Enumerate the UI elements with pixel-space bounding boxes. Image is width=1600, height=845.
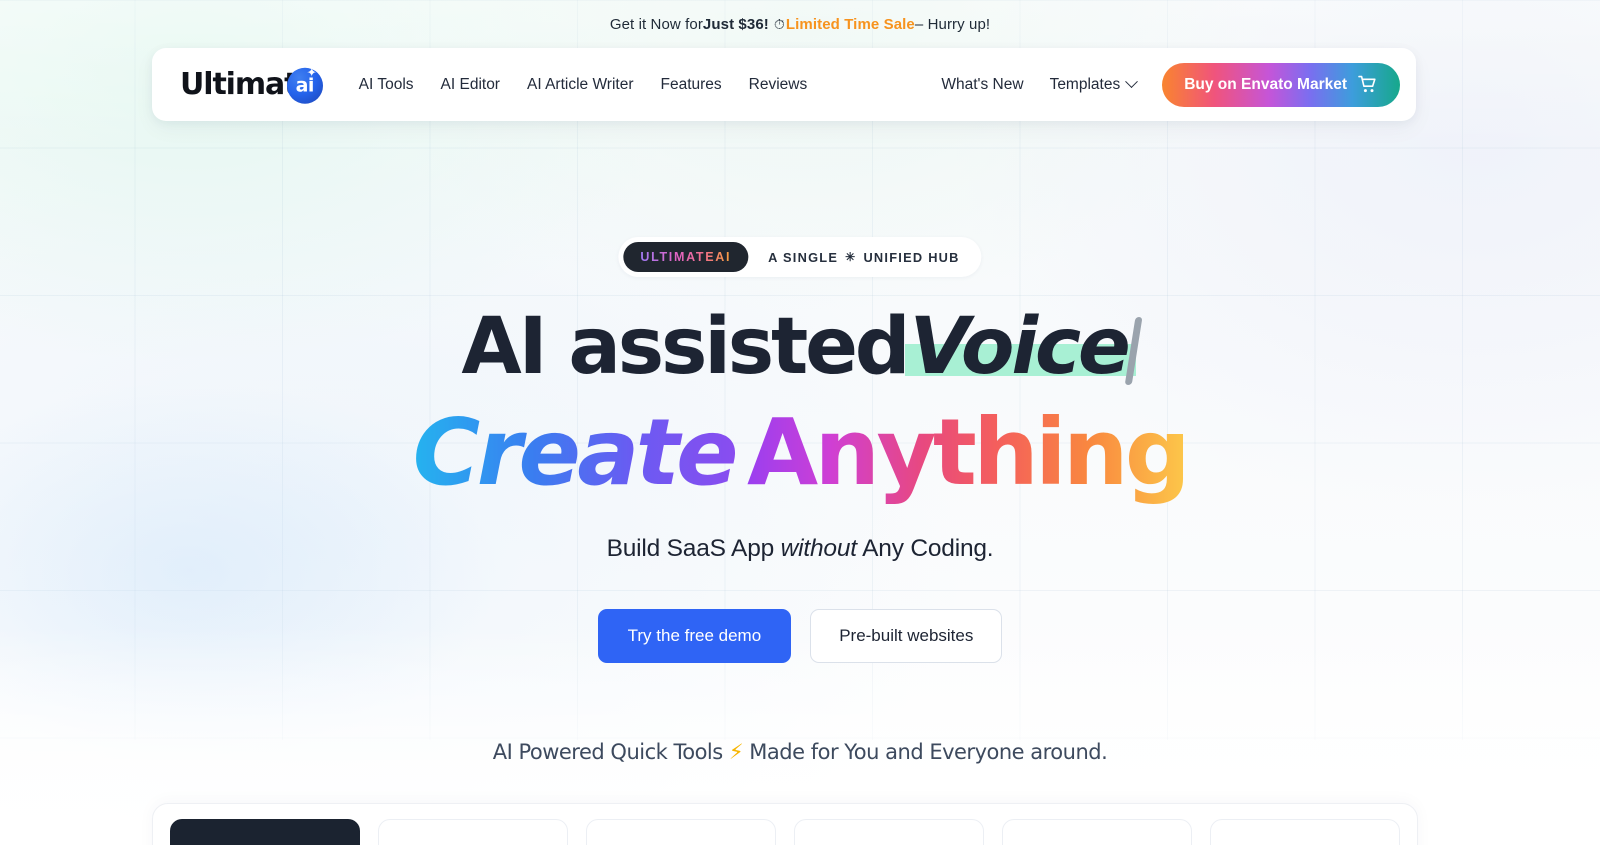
promo-bar: Get it Now for Just $36! ⏱ Limited Time … bbox=[0, 0, 1600, 48]
lightning-bolt-icon: ⚡ bbox=[728, 740, 744, 764]
sparkle-small-icon: ✦ bbox=[316, 61, 324, 72]
tools-title-part1: AI Powered Quick Tools bbox=[492, 740, 729, 764]
headline-anything-word: Anything bbox=[746, 399, 1191, 506]
nav-item-reviews[interactable]: Reviews bbox=[749, 76, 808, 94]
logo-ai-badge: ai ✦ ✦ bbox=[286, 62, 324, 104]
hero-cta-row: Try the free demo Pre-built websites bbox=[0, 609, 1600, 663]
tool-tab-5[interactable] bbox=[1210, 819, 1400, 845]
site-header: Ultimate ai ✦ ✦ AI Tools AI Editor AI Ar… bbox=[152, 48, 1416, 121]
eyebrow-tagline: A SINGLE ✳ UNIFIED HUB bbox=[768, 250, 960, 265]
asterisk-icon: ✳ bbox=[845, 250, 857, 264]
eyebrow-brand-pill: ULTIMATEAI bbox=[623, 242, 749, 272]
buy-on-envato-market-button[interactable]: Buy on Envato Market bbox=[1162, 62, 1400, 107]
promo-price: Just $36! bbox=[702, 15, 769, 33]
subhead-italic-word: without bbox=[780, 535, 857, 562]
hero-eyebrow-badge: ULTIMATEAI A SINGLE ✳ UNIFIED HUB bbox=[618, 237, 982, 277]
quick-tools-title: AI Powered Quick Tools ⚡ Made for You an… bbox=[0, 740, 1600, 764]
prebuilt-websites-button[interactable]: Pre-built websites bbox=[810, 609, 1003, 663]
eyebrow-tagline-after: UNIFIED HUB bbox=[863, 249, 960, 265]
tool-tab-2[interactable] bbox=[586, 819, 776, 845]
chevron-down-icon bbox=[1125, 75, 1139, 89]
tool-tab-0[interactable] bbox=[170, 819, 360, 845]
headline-accent-word: Voice bbox=[905, 302, 1136, 392]
tool-tab-1[interactable] bbox=[378, 819, 568, 845]
hero-headline-line2: Create Anything bbox=[0, 403, 1600, 502]
page-root: Get it Now for Just $36! ⏱ Limited Time … bbox=[0, 0, 1600, 845]
nav-item-ai-article-writer[interactable]: AI Article Writer bbox=[527, 76, 634, 94]
hero-subheadline: Build SaaS App without Any Coding. bbox=[0, 535, 1600, 563]
promo-sale-label: Limited Time Sale bbox=[785, 15, 915, 33]
subhead-part1: Build SaaS App bbox=[606, 535, 781, 562]
eyebrow-tagline-before: A SINGLE bbox=[768, 249, 839, 265]
cart-icon bbox=[1358, 75, 1376, 93]
subhead-part2: Any Coding. bbox=[856, 535, 994, 562]
buy-button-label: Buy on Envato Market bbox=[1184, 75, 1347, 93]
templates-label: Templates bbox=[1049, 75, 1121, 93]
eyebrow-brand-label: ULTIMATEAI bbox=[640, 250, 732, 264]
try-free-demo-button[interactable]: Try the free demo bbox=[597, 609, 792, 663]
nav-item-whats-new[interactable]: What's New bbox=[941, 76, 1023, 94]
promo-suffix: – Hurry up! bbox=[914, 15, 991, 33]
tool-tab-3[interactable] bbox=[794, 819, 984, 845]
hero-headline-line1: AI assistedVoice bbox=[0, 305, 1600, 389]
nav-item-features[interactable]: Features bbox=[661, 76, 722, 94]
promo-prefix: Get it Now for bbox=[609, 15, 703, 33]
headline-create-word: Create bbox=[413, 399, 747, 506]
nav-item-ai-editor[interactable]: AI Editor bbox=[441, 76, 500, 94]
tool-tab-4[interactable] bbox=[1002, 819, 1192, 845]
main-nav: AI Tools AI Editor AI Article Writer Fea… bbox=[359, 76, 808, 94]
headline-plain-text: AI assisted bbox=[461, 302, 910, 392]
quick-tools-card bbox=[152, 803, 1418, 845]
stopwatch-icon: ⏱ bbox=[773, 15, 785, 32]
tools-title-part2: Made for You and Everyone around. bbox=[743, 740, 1108, 764]
logo[interactable]: Ultimate ai ✦ ✦ bbox=[180, 62, 324, 104]
header-actions: What's New Templates Buy on Envato Marke… bbox=[941, 62, 1400, 107]
nav-item-ai-tools[interactable]: AI Tools bbox=[359, 76, 414, 94]
nav-item-templates[interactable]: Templates bbox=[1049, 75, 1139, 94]
